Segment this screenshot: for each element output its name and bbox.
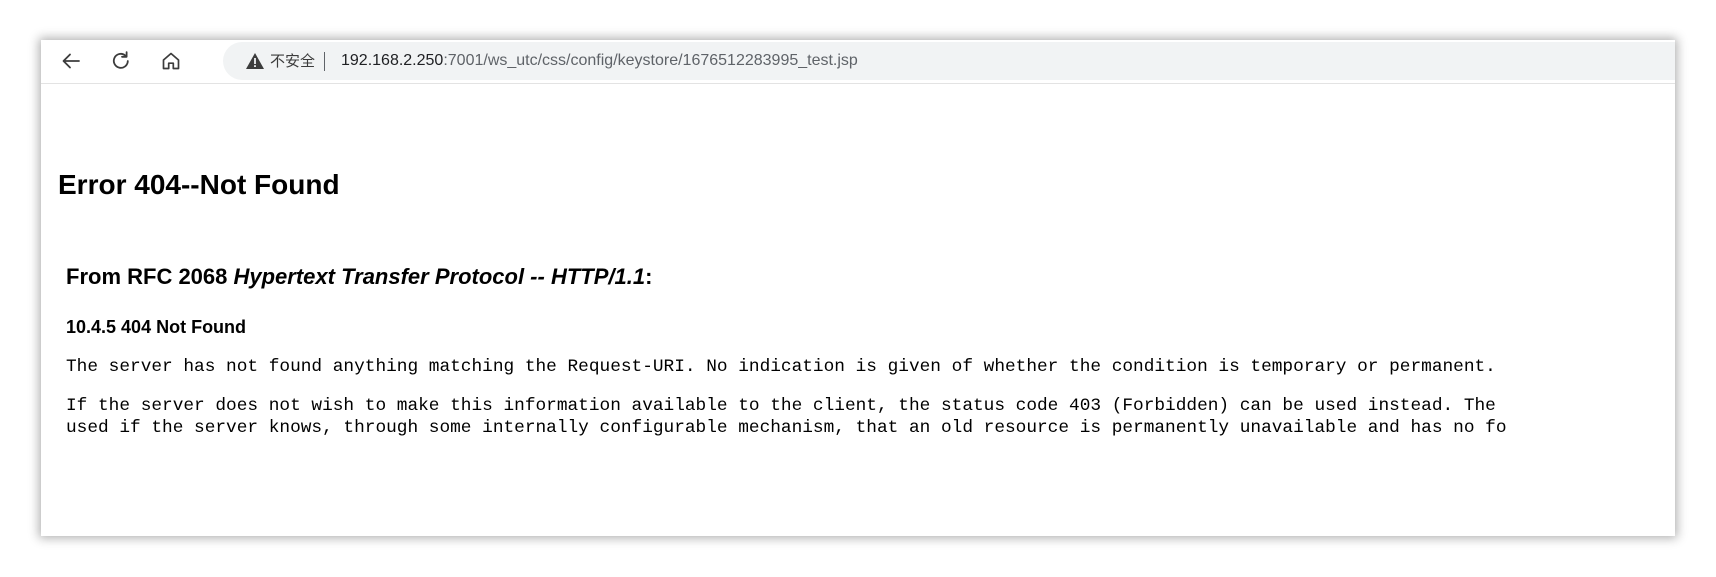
arrow-left-icon	[62, 53, 80, 69]
paragraph-not-found: The server has not found anything matchi…	[66, 357, 1496, 377]
paragraph-forbidden-line2: used if the server knows, through some i…	[66, 418, 1507, 438]
browser-toolbar: 不安全 192.168.2.250:7001/ws_utc/css/config…	[41, 40, 1675, 84]
url-text[interactable]: 192.168.2.250:7001/ws_utc/css/config/key…	[341, 51, 858, 71]
home-icon	[162, 52, 180, 70]
rfc-title: Hypertext Transfer Protocol -- HTTP/1.1	[233, 264, 646, 289]
home-button[interactable]	[154, 44, 188, 78]
page-title: Error 404--Not Found	[58, 169, 340, 200]
back-button[interactable]	[54, 44, 88, 78]
url-path: :7001/ws_utc/css/config/keystore/1676512…	[443, 52, 858, 69]
url-host: 192.168.2.250	[341, 52, 444, 69]
rfc-prefix: From RFC 2068	[66, 264, 234, 289]
reload-icon	[112, 51, 129, 69]
warning-triangle-icon[interactable]	[245, 52, 265, 75]
address-separator	[324, 52, 325, 71]
security-label[interactable]: 不安全	[270, 52, 315, 70]
rfc-heading: From RFC 2068 Hypertext Transfer Protoco…	[66, 264, 652, 290]
paragraph-forbidden-line1: If the server does not wish to make this…	[66, 396, 1496, 416]
page-content: Error 404--Not Found From RFC 2068 Hyper…	[41, 84, 1675, 536]
reload-button[interactable]	[104, 44, 138, 78]
address-bar[interactable]: 不安全 192.168.2.250:7001/ws_utc/css/config…	[223, 42, 1675, 80]
section-heading: 10.4.5 404 Not Found	[66, 317, 247, 337]
rfc-suffix: :	[645, 264, 653, 289]
browser-window: 不安全 192.168.2.250:7001/ws_utc/css/config…	[41, 40, 1675, 536]
